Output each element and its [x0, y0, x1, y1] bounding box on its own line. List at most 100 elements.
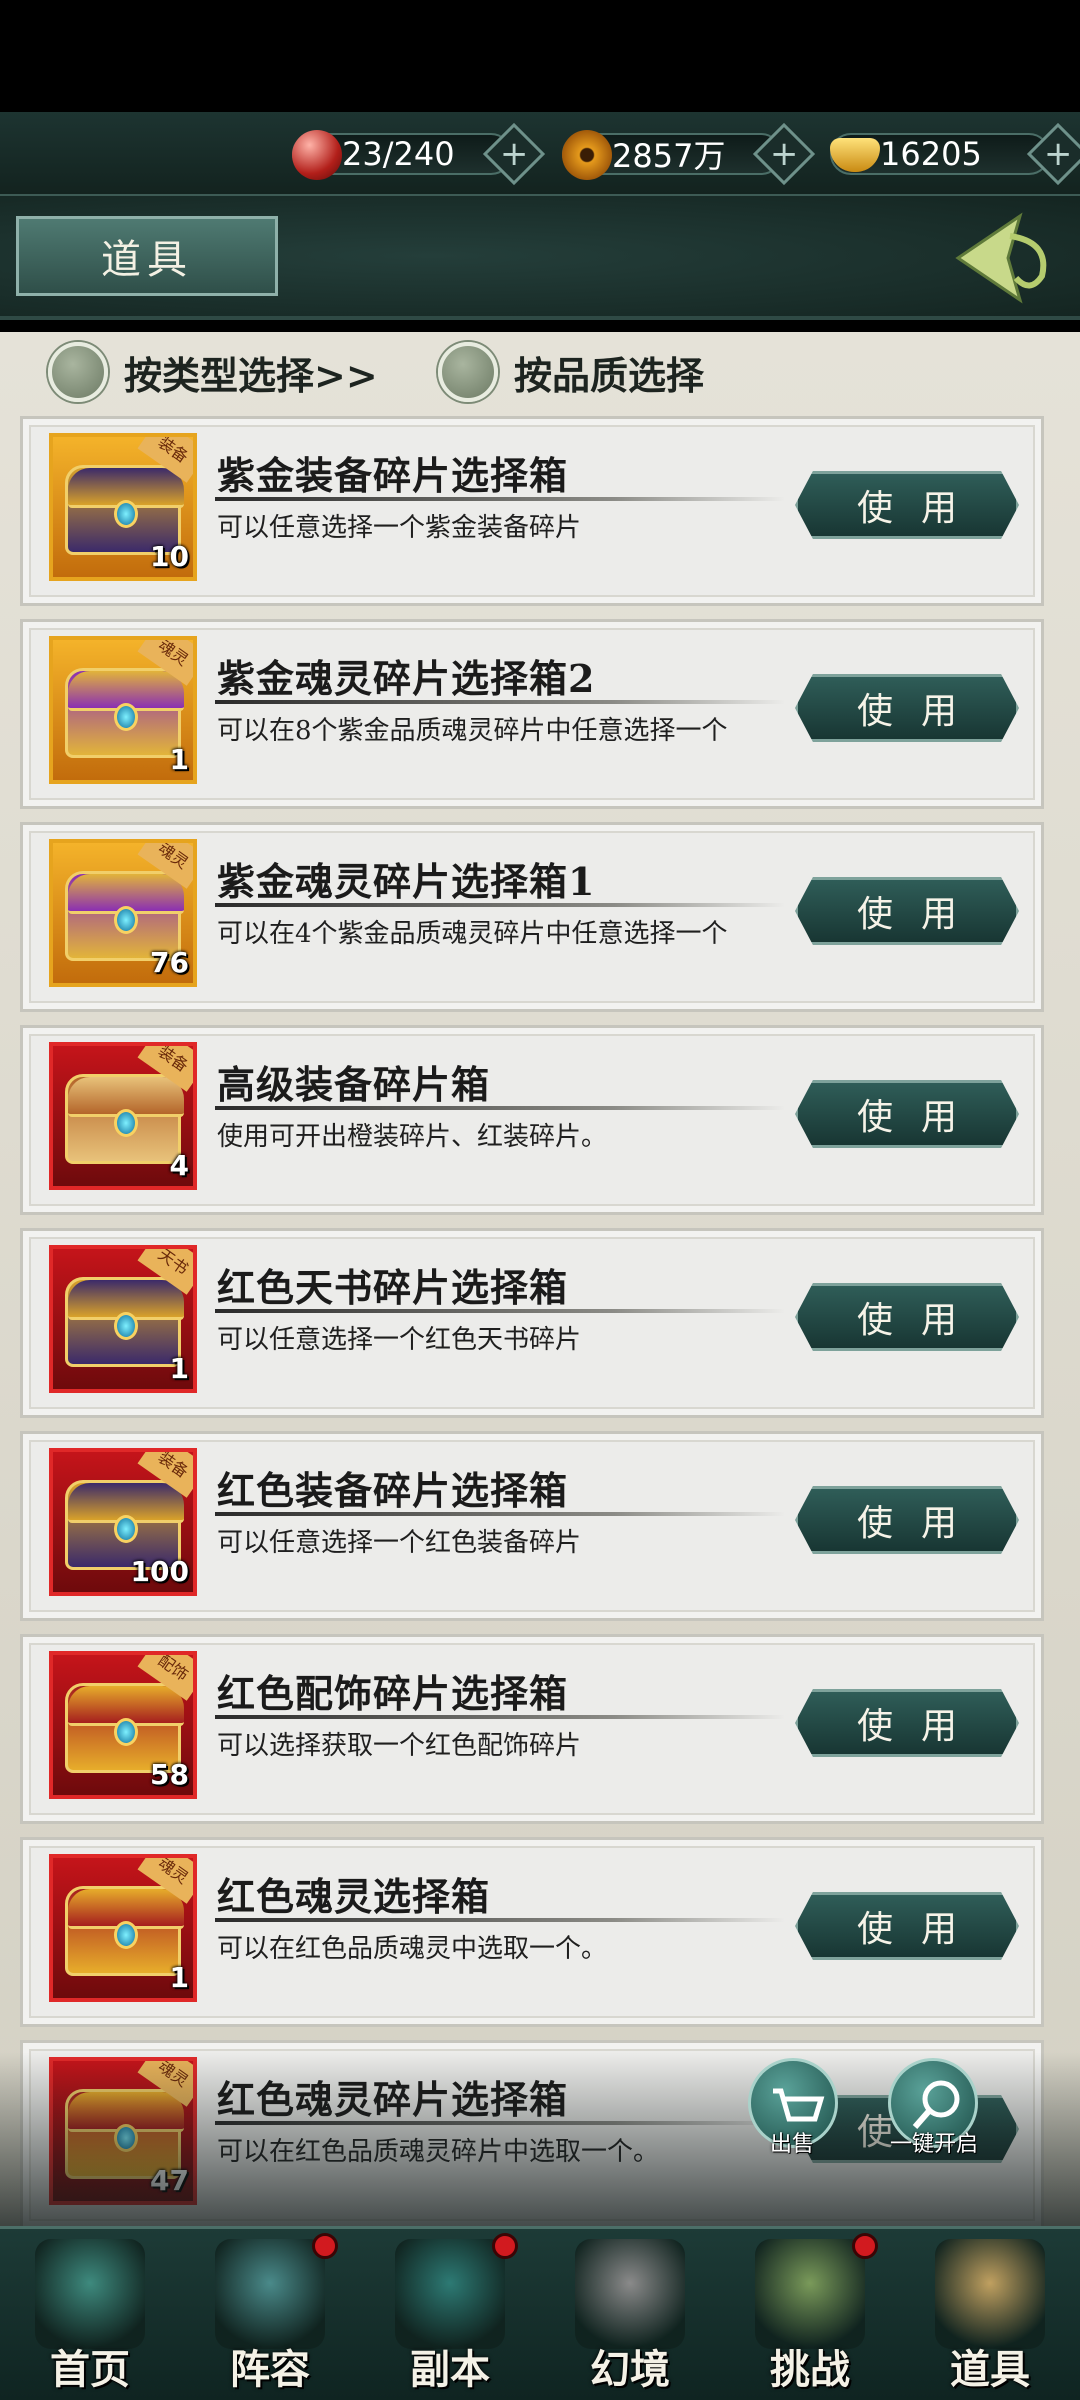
- item-row: 配饰 58 红色配饰碎片选择箱 可以选择获取一个红色配饰碎片 使用: [20, 1634, 1044, 1824]
- use-button[interactable]: 使用: [795, 1689, 1019, 1757]
- item-name: 红色魂灵选择箱: [217, 1874, 491, 1919]
- item-thumbnail[interactable]: 装备 100: [49, 1448, 197, 1596]
- stamina-resource: 23/240 +: [292, 122, 546, 186]
- item-row: 天书 1 红色天书碎片选择箱 可以任意选择一个红色天书碎片 使用: [20, 1228, 1044, 1418]
- item-quantity: 1: [169, 743, 189, 776]
- item-thumbnail[interactable]: 魂灵 76: [49, 839, 197, 987]
- use-button[interactable]: 使用: [795, 877, 1019, 945]
- quality-radio[interactable]: [438, 342, 498, 402]
- notification-dot: [492, 2233, 518, 2259]
- filter-by-quality[interactable]: 按品质选择: [438, 342, 704, 402]
- nav-label: 挑战: [770, 2346, 850, 2393]
- nav-item-1[interactable]: 阵容: [180, 2229, 360, 2400]
- use-button[interactable]: 使用: [795, 1486, 1019, 1554]
- item-name: 红色装备碎片选择箱: [217, 1468, 569, 1513]
- filter-by-type[interactable]: 按类型选择>>: [48, 342, 378, 402]
- resource-bar: 23/240 + 2857万 + 16205 +: [0, 112, 1080, 196]
- page-header: 道具: [0, 196, 1080, 320]
- item-row: 魂灵 76 紫金魂灵碎片选择箱1 可以在4个紫金品质魂灵碎片中任意选择一个 使用: [20, 822, 1044, 1012]
- item-thumbnail[interactable]: 装备 10: [49, 433, 197, 581]
- item-row: 魂灵 1 红色魂灵选择箱 可以在红色品质魂灵中选取一个。 使用: [20, 1837, 1044, 2027]
- nav-item-0[interactable]: 首页: [0, 2229, 180, 2400]
- item-name: 红色配饰碎片选择箱: [217, 1671, 569, 1716]
- item-list: 装备 10 紫金装备碎片选择箱 可以任意选择一个紫金装备碎片 使用 魂灵 1 紫…: [20, 416, 1044, 2228]
- illusion-icon: [575, 2239, 685, 2349]
- ingots-resource: 16205 +: [830, 122, 1080, 186]
- add-ingots-button[interactable]: +: [1026, 122, 1080, 186]
- nav-item-5[interactable]: 道具: [900, 2229, 1080, 2400]
- item-quantity: 4: [169, 1149, 189, 1182]
- item-thumbnail[interactable]: 魂灵 1: [49, 636, 197, 784]
- nav-label: 阵容: [230, 2346, 310, 2393]
- item-name: 紫金魂灵碎片选择箱1: [217, 859, 596, 904]
- chest-icon: [65, 1074, 184, 1164]
- item-thumbnail[interactable]: 装备 4: [49, 1042, 197, 1190]
- use-button[interactable]: 使用: [795, 471, 1019, 539]
- filter-by-type-label: 按类型选择>>: [124, 352, 378, 398]
- divider: [215, 903, 785, 907]
- open-all-label: 一键开启: [890, 2132, 979, 2157]
- item-quantity: 1: [169, 1352, 189, 1385]
- type-radio[interactable]: [48, 342, 108, 402]
- item-description: 可以任意选择一个红色天书碎片: [217, 1325, 582, 1355]
- nav-item-2[interactable]: 副本: [360, 2229, 540, 2400]
- back-arrow-icon: [955, 212, 1047, 304]
- use-button[interactable]: 使用: [795, 1080, 1019, 1148]
- item-description: 可以任意选择一个紫金装备碎片: [217, 513, 582, 543]
- item-row: 装备 100 红色装备碎片选择箱 可以任意选择一个红色装备碎片 使用: [20, 1431, 1044, 1621]
- dungeon-icon: [395, 2239, 505, 2349]
- nav-label: 首页: [50, 2346, 130, 2393]
- nav-label: 道具: [950, 2346, 1030, 2393]
- bag-icon: [935, 2239, 1045, 2349]
- chest-icon: [65, 1277, 184, 1367]
- filter-by-quality-label: 按品质选择: [514, 352, 705, 398]
- item-name: 紫金魂灵碎片选择箱2: [217, 656, 596, 701]
- status-bar: [0, 0, 1080, 112]
- item-quantity: 100: [130, 1555, 189, 1588]
- item-row: 装备 4 高级装备碎片箱 使用可开出橙装碎片、红装碎片。 使用: [20, 1025, 1044, 1215]
- challenge-icon: [755, 2239, 865, 2349]
- item-description: 可以在8个紫金品质魂灵碎片中任意选择一个: [217, 716, 728, 746]
- item-content: 按类型选择>> 按品质选择 装备 10 紫金装备碎片选择箱 可以任意选择一个紫金…: [0, 332, 1080, 2228]
- divider: [215, 1106, 785, 1110]
- sell-label: 出售: [770, 2132, 815, 2157]
- notification-dot: [852, 2233, 878, 2259]
- divider: [215, 497, 785, 501]
- item-row: 装备 10 紫金装备碎片选择箱 可以任意选择一个紫金装备碎片 使用: [20, 416, 1044, 606]
- item-quantity: 58: [150, 1758, 189, 1791]
- filter-bar: 按类型选择>> 按品质选择: [0, 332, 1080, 418]
- item-description: 可以在红色品质魂灵中选取一个。: [217, 1934, 608, 1964]
- use-button[interactable]: 使用: [795, 1892, 1019, 1960]
- item-name: 高级装备碎片箱: [217, 1062, 491, 1107]
- back-button[interactable]: [950, 206, 1060, 310]
- use-button[interactable]: 使用: [795, 674, 1019, 742]
- page-title: 道具: [16, 216, 278, 296]
- coin-icon: [562, 130, 612, 180]
- item-name: 红色天书碎片选择箱: [217, 1265, 569, 1310]
- item-description: 可以在4个紫金品质魂灵碎片中任意选择一个: [217, 919, 728, 949]
- divider: [215, 1715, 785, 1719]
- use-button[interactable]: 使用: [795, 1283, 1019, 1351]
- stamina-orb-icon: [292, 130, 342, 180]
- lineup-icon: [215, 2239, 325, 2349]
- item-thumbnail[interactable]: 魂灵 1: [49, 1854, 197, 2002]
- chest-icon: [65, 1886, 184, 1976]
- divider: [215, 1918, 785, 1922]
- nav-item-3[interactable]: 幻境: [540, 2229, 720, 2400]
- item-row: 魂灵 1 紫金魂灵碎片选择箱2 可以在8个紫金品质魂灵碎片中任意选择一个 使用: [20, 619, 1044, 809]
- item-description: 使用可开出橙装碎片、红装碎片。: [217, 1122, 608, 1152]
- item-thumbnail[interactable]: 配饰 58: [49, 1651, 197, 1799]
- divider: [215, 700, 785, 704]
- nav-item-4[interactable]: 挑战: [720, 2229, 900, 2400]
- item-thumbnail[interactable]: 天书 1: [49, 1245, 197, 1393]
- item-description: 可以选择获取一个红色配饰碎片: [217, 1731, 582, 1761]
- divider: [215, 1309, 785, 1313]
- item-quantity: 1: [169, 1961, 189, 1994]
- home-icon: [35, 2239, 145, 2349]
- notification-dot: [312, 2233, 338, 2259]
- divider: [215, 1512, 785, 1516]
- bottom-nav: 首页 阵容 副本 幻境 挑战 道具: [0, 2226, 1080, 2400]
- item-quantity: 76: [150, 946, 189, 979]
- item-quantity: 10: [150, 540, 189, 573]
- chest-icon: [65, 668, 184, 758]
